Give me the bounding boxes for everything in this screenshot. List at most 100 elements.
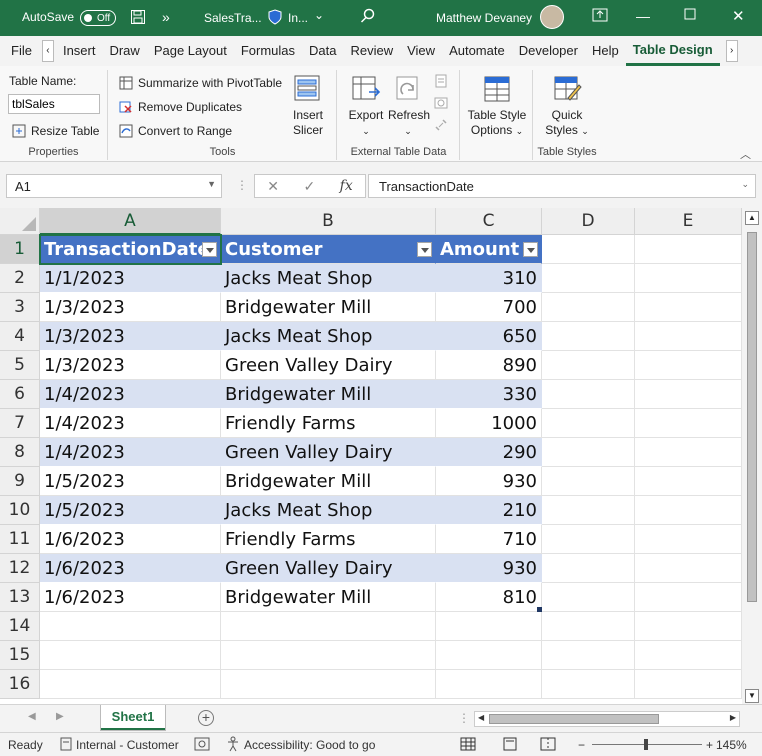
row-header[interactable]: 12	[0, 554, 40, 583]
status-sensitivity[interactable]: Internal - Customer	[76, 738, 179, 752]
cell[interactable]	[221, 670, 436, 699]
status-accessibility[interactable]: Accessibility: Good to go	[244, 738, 375, 752]
cell[interactable]	[40, 612, 221, 641]
chevron-down-icon[interactable]: ⌄	[314, 8, 324, 22]
tab-developer[interactable]: Developer	[512, 36, 585, 66]
table-resize-handle[interactable]	[537, 607, 542, 612]
scroll-left-icon[interactable]: ◀	[478, 713, 484, 722]
autosave-toggle[interactable]: Off	[80, 10, 116, 26]
tab-table-design[interactable]: Table Design	[625, 36, 720, 66]
name-box[interactable]: A1 ▼	[6, 174, 222, 198]
row-header[interactable]: 3	[0, 293, 40, 322]
cell[interactable]	[635, 467, 742, 496]
cell[interactable]	[635, 641, 742, 670]
minimize-icon[interactable]: —	[636, 8, 650, 24]
row-header[interactable]: 5	[0, 351, 40, 380]
tab-scroll-left-icon[interactable]: ‹	[41, 40, 54, 62]
cell[interactable]	[635, 438, 742, 467]
table-cell[interactable]: 1/3/2023	[40, 351, 221, 380]
normal-view-icon[interactable]	[460, 737, 476, 754]
cell[interactable]	[436, 641, 542, 670]
row-header[interactable]: 9	[0, 467, 40, 496]
scroll-right-icon[interactable]: ▶	[730, 713, 736, 722]
drag-handle-icon[interactable]: ⋮	[236, 178, 248, 192]
tab-review[interactable]: Review	[343, 36, 400, 66]
cell[interactable]	[542, 438, 635, 467]
tab-scroll-right-icon[interactable]: ›	[725, 40, 738, 62]
sheet-next-icon[interactable]: ▶	[56, 711, 64, 722]
file-name[interactable]: SalesTra...	[204, 11, 262, 25]
cell[interactable]	[635, 235, 742, 264]
table-style-options-button[interactable]: Table Style Options ⌄	[465, 74, 529, 139]
sensitivity-label[interactable]: In...	[288, 11, 308, 25]
properties-icon[interactable]	[434, 74, 448, 91]
cell[interactable]	[221, 641, 436, 670]
table-cell[interactable]: 310	[436, 264, 542, 293]
zoom-out-button[interactable]: −	[578, 738, 585, 752]
insert-slicer-button[interactable]: Insert Slicer	[289, 74, 327, 138]
macro-icon[interactable]	[194, 737, 210, 754]
cell[interactable]	[635, 293, 742, 322]
cell[interactable]	[542, 235, 635, 264]
cell[interactable]	[635, 409, 742, 438]
cell[interactable]	[542, 380, 635, 409]
table-cell[interactable]: 290	[436, 438, 542, 467]
cell[interactable]	[635, 612, 742, 641]
tab-page-layout[interactable]: Page Layout	[147, 36, 234, 66]
table-cell[interactable]: 1/6/2023	[40, 554, 221, 583]
vertical-scroll-thumb[interactable]	[747, 232, 757, 602]
tab-insert[interactable]: Insert	[56, 36, 103, 66]
tab-file[interactable]: File	[0, 36, 40, 66]
cell[interactable]	[635, 322, 742, 351]
table-cell[interactable]: 930	[436, 467, 542, 496]
cell[interactable]	[542, 467, 635, 496]
table-cell[interactable]: 1/6/2023	[40, 583, 221, 612]
worksheet-grid[interactable]: A B C D E 1 TransactionDate Customer Amount…	[0, 208, 742, 704]
table-cell[interactable]: Bridgewater Mill	[221, 380, 436, 409]
tab-data[interactable]: Data	[302, 36, 343, 66]
table-cell[interactable]: Green Valley Dairy	[221, 438, 436, 467]
row-header[interactable]: 2	[0, 264, 40, 293]
cell[interactable]	[542, 351, 635, 380]
insert-function-icon[interactable]: fx	[340, 178, 353, 194]
table-cell[interactable]: 890	[436, 351, 542, 380]
filter-dropdown-icon[interactable]	[523, 242, 538, 257]
table-cell[interactable]: Jacks Meat Shop	[221, 496, 436, 525]
column-header-c[interactable]: C	[436, 208, 542, 235]
table-cell[interactable]: 1/4/2023	[40, 409, 221, 438]
quick-styles-button[interactable]: Quick Styles ⌄	[538, 74, 596, 139]
table-cell[interactable]: 1/6/2023	[40, 525, 221, 554]
table-cell[interactable]: 330	[436, 380, 542, 409]
cell[interactable]	[542, 264, 635, 293]
cell[interactable]	[542, 670, 635, 699]
table-cell[interactable]: Green Valley Dairy	[221, 554, 436, 583]
cell[interactable]	[635, 554, 742, 583]
cell[interactable]	[542, 322, 635, 351]
expand-formula-icon[interactable]: ⌄	[741, 179, 749, 190]
cell[interactable]	[635, 264, 742, 293]
cell[interactable]	[542, 409, 635, 438]
maximize-icon[interactable]	[684, 8, 696, 23]
more-commands-icon[interactable]: »	[162, 9, 170, 25]
row-header[interactable]: 6	[0, 380, 40, 409]
page-break-view-icon[interactable]	[540, 737, 556, 754]
cell[interactable]	[635, 670, 742, 699]
cell[interactable]	[635, 351, 742, 380]
tab-help[interactable]: Help	[585, 36, 626, 66]
cell[interactable]	[436, 612, 542, 641]
zoom-slider-thumb[interactable]	[644, 739, 648, 750]
convert-to-range-button[interactable]: Convert to Range	[119, 124, 232, 138]
remove-duplicates-button[interactable]: Remove Duplicates	[119, 100, 242, 114]
cell[interactable]	[542, 554, 635, 583]
table-cell[interactable]: 1000	[436, 409, 542, 438]
cell[interactable]	[542, 641, 635, 670]
table-cell[interactable]: 1/1/2023	[40, 264, 221, 293]
table-cell[interactable]: 1/5/2023	[40, 496, 221, 525]
table-cell[interactable]: 710	[436, 525, 542, 554]
table-cell[interactable]: Green Valley Dairy	[221, 351, 436, 380]
name-box-dropdown-icon[interactable]: ▼	[207, 179, 216, 189]
horizontal-scroll-thumb[interactable]	[489, 714, 659, 724]
collapse-ribbon-icon[interactable]: ︿	[740, 146, 751, 162]
row-header[interactable]: 11	[0, 525, 40, 554]
resize-table-button[interactable]: Resize Table	[12, 124, 99, 138]
